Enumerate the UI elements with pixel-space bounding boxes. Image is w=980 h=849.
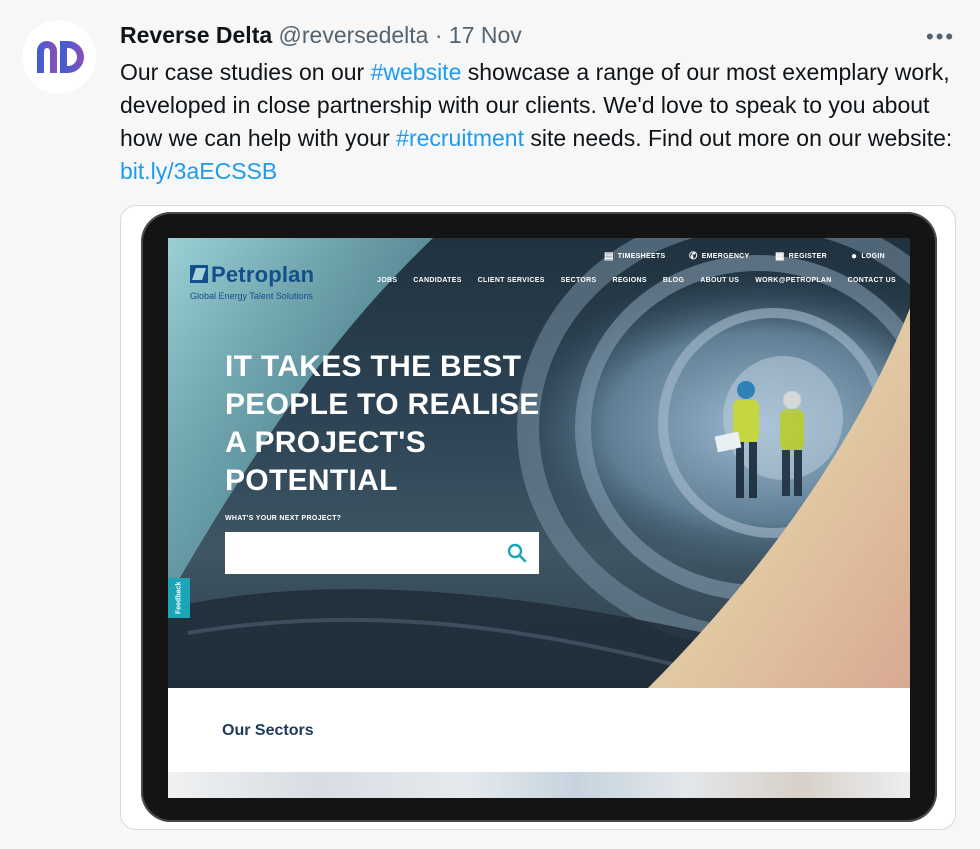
petroplan-logo[interactable]: Petroplan Global Energy Talent Solutions bbox=[190, 262, 314, 301]
nav-jobs[interactable]: JOBS bbox=[377, 277, 397, 284]
hero-banner: Petroplan Global Energy Talent Solutions… bbox=[168, 238, 910, 688]
utility-timesheets[interactable]: ▤ TIMESHEETS bbox=[604, 251, 665, 262]
nav-blog[interactable]: BLOG bbox=[663, 277, 684, 284]
more-options-button[interactable]: ••• bbox=[926, 24, 955, 50]
utility-label: TIMESHEETS bbox=[617, 253, 666, 260]
utility-label: REGISTER bbox=[788, 253, 827, 260]
file-icon: ▦ bbox=[775, 251, 785, 262]
feedback-tab[interactable]: Feedback bbox=[168, 578, 190, 618]
utility-register[interactable]: ▦ REGISTER bbox=[775, 251, 827, 262]
website-link[interactable]: bit.ly/3aECSSB bbox=[120, 158, 277, 184]
display-name[interactable]: Reverse Delta bbox=[120, 22, 272, 48]
tweet-text: Our case studies on our #website showcas… bbox=[120, 56, 960, 188]
nav-client-services[interactable]: CLIENT SERVICES bbox=[478, 277, 545, 284]
document-icon: ▤ bbox=[604, 251, 614, 262]
reverse-delta-logo-icon bbox=[37, 41, 84, 73]
utility-label: EMERGENCY bbox=[701, 253, 750, 260]
nav-contact-us[interactable]: CONTACT US bbox=[848, 277, 896, 284]
tweet-media-card[interactable]: Petroplan Global Energy Talent Solutions… bbox=[120, 205, 956, 830]
logo-tagline: Global Energy Talent Solutions bbox=[190, 291, 313, 301]
separator: · bbox=[434, 22, 443, 48]
hashtag-recruitment[interactable]: #recruitment bbox=[396, 125, 524, 151]
ipad-frame: Petroplan Global Energy Talent Solutions… bbox=[141, 212, 937, 822]
nav-about-us[interactable]: ABOUT US bbox=[700, 277, 739, 284]
hero-headline: IT TAKES THE BEST PEOPLE TO REALISE A PR… bbox=[225, 350, 540, 497]
phone-icon: ✆ bbox=[689, 251, 698, 262]
tweet-header: Reverse Delta @reversedelta · 17 Nov bbox=[120, 22, 522, 49]
handle[interactable]: @reversedelta bbox=[279, 22, 429, 48]
nav-work-at-petroplan[interactable]: WORK@PETROPLAN bbox=[755, 277, 831, 284]
utility-label: LOGIN bbox=[861, 253, 886, 260]
nav-sectors[interactable]: SECTORS bbox=[561, 277, 597, 284]
utility-login[interactable]: ● LOGIN bbox=[851, 251, 885, 262]
search-label: WHAT'S YOUR NEXT PROJECT? bbox=[225, 515, 342, 522]
utility-emergency[interactable]: ✆ EMERGENCY bbox=[689, 251, 750, 262]
avatar[interactable] bbox=[22, 20, 96, 94]
nav-candidates[interactable]: CANDIDATES bbox=[413, 277, 461, 284]
search-icon[interactable] bbox=[506, 542, 528, 564]
timestamp[interactable]: 17 Nov bbox=[449, 22, 522, 48]
sectors-image-strip bbox=[168, 772, 910, 798]
user-icon: ● bbox=[851, 251, 858, 262]
sectors-heading: Our Sectors bbox=[222, 722, 314, 739]
nav-regions[interactable]: REGIONS bbox=[612, 277, 646, 284]
project-search-input[interactable] bbox=[225, 532, 539, 574]
tweet-text-part: site needs. Find out more on our website… bbox=[523, 125, 953, 151]
hashtag-website[interactable]: #website bbox=[371, 59, 462, 85]
website-screenshot: Petroplan Global Energy Talent Solutions… bbox=[168, 238, 910, 798]
main-nav: JOBS CANDIDATES CLIENT SERVICES SECTORS … bbox=[377, 277, 896, 284]
tweet-text-part: Our case studies on our bbox=[120, 59, 371, 85]
petroplan-logo-mark-icon bbox=[190, 265, 208, 283]
logo-wordmark: Petroplan bbox=[211, 262, 315, 287]
